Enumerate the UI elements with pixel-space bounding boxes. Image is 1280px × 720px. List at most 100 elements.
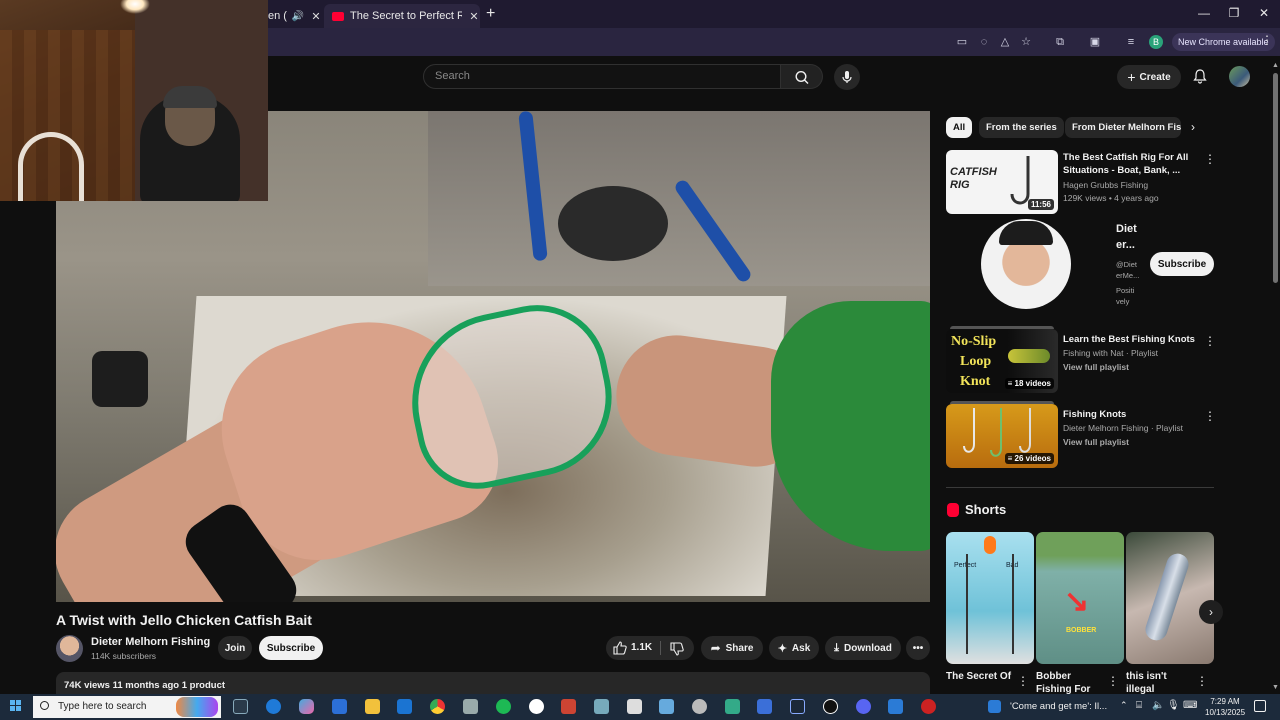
network-icon[interactable]: ⌸	[1136, 700, 1142, 711]
more-options-icon[interactable]: ⋮	[1196, 674, 1208, 688]
more-options-icon[interactable]: ⋮	[1204, 409, 1216, 423]
store-icon[interactable]	[332, 699, 347, 714]
more-options-icon[interactable]: ⋮	[1204, 152, 1216, 166]
channel-name[interactable]: Hagen Grubbs Fishing	[1063, 180, 1148, 190]
playlist-title[interactable]: Fishing Knots	[1063, 408, 1198, 421]
voice-search-button[interactable]	[834, 64, 860, 90]
channel-avatar[interactable]	[56, 635, 83, 662]
view-full-playlist-link[interactable]: View full playlist	[1063, 362, 1129, 372]
eye-off-icon[interactable]: ◌	[977, 35, 991, 49]
scroll-down-icon[interactable]: ▼	[1272, 684, 1279, 691]
tab-previous[interactable]: en ( 🔊 ✕	[268, 4, 322, 28]
minimize-icon[interactable]: —	[1194, 6, 1214, 20]
spotify-icon[interactable]	[496, 699, 511, 714]
playlist-title[interactable]: Learn the Best Fishing Knots	[1063, 333, 1198, 346]
steam-icon[interactable]	[790, 699, 805, 714]
install-app-icon[interactable]: ▭	[955, 35, 969, 49]
notes-icon[interactable]	[594, 699, 609, 714]
short-thumbnail[interactable]	[1126, 532, 1214, 664]
playlist-thumbnail[interactable]: ≡ 26 videos	[946, 404, 1058, 468]
calculator-icon[interactable]	[627, 699, 642, 714]
photos-icon[interactable]	[463, 699, 478, 714]
short-thumbnail[interactable]: ↘ BOBBER	[1036, 532, 1124, 664]
close-tab-icon[interactable]: ✕	[468, 10, 480, 23]
chrome-menu-icon[interactable]: ⋮	[1261, 33, 1273, 47]
app-icon[interactable]	[561, 699, 576, 714]
outlook-icon[interactable]	[397, 699, 412, 714]
download-button[interactable]: ⤓ Download	[825, 636, 901, 660]
account-avatar[interactable]	[1229, 66, 1250, 87]
drive-icon[interactable]: △	[998, 35, 1012, 49]
channel-name[interactable]: Dieter Melhorn Fishing	[91, 636, 210, 648]
terminal-icon[interactable]	[888, 699, 903, 714]
more-options-icon[interactable]: ⋮	[1204, 334, 1216, 348]
chip-from-series[interactable]: From the series	[979, 117, 1064, 138]
video-thumbnail[interactable]: CATFISH RIG 11:56	[946, 150, 1058, 214]
file-explorer-icon[interactable]	[365, 699, 380, 714]
more-options-icon[interactable]: ⋮	[1107, 674, 1119, 688]
view-full-playlist-link[interactable]: View full playlist	[1063, 437, 1129, 447]
ad-subscribe-button[interactable]: Subscribe	[1150, 252, 1214, 276]
channel-ad-avatar[interactable]	[981, 219, 1071, 309]
short-thumbnail[interactable]: Perfect Bad	[946, 532, 1034, 664]
scroll-up-icon[interactable]: ▲	[1272, 62, 1279, 69]
snipping-icon[interactable]	[725, 699, 740, 714]
edge-icon[interactable]	[266, 699, 281, 714]
taskbar-clock[interactable]: 7:29 AM 10/13/2025	[1205, 696, 1245, 718]
reading-list-icon[interactable]: ≡	[1124, 35, 1138, 49]
media-player-icon[interactable]	[823, 699, 838, 714]
new-tab-button[interactable]: +	[486, 5, 495, 23]
microphone-icon	[842, 71, 852, 83]
record-icon[interactable]	[921, 699, 936, 714]
scrollbar-thumb[interactable]	[1273, 73, 1278, 283]
close-window-icon[interactable]: ✕	[1254, 6, 1274, 20]
new-chrome-available-button[interactable]: New Chrome available	[1172, 33, 1275, 51]
short-title[interactable]: Bobber Fishing For	[1036, 670, 1106, 696]
tab-search-icon[interactable]: ▣	[1088, 35, 1102, 49]
subscribe-button[interactable]: Subscribe	[259, 636, 323, 660]
volume-icon[interactable]: 🔈	[1152, 700, 1164, 711]
ask-button[interactable]: ✦ Ask	[769, 636, 819, 660]
restore-icon[interactable]: ❐	[1224, 6, 1244, 20]
more-actions-button[interactable]: •••	[906, 636, 930, 660]
playlist-thumbnail[interactable]: No-Slip Loop Knot ≡ 18 videos	[946, 329, 1058, 393]
share-button[interactable]: ➦ Share	[701, 636, 763, 660]
show-hidden-icons-icon[interactable]: ⌃	[1120, 700, 1128, 711]
search-button[interactable]	[781, 64, 823, 89]
mail-icon[interactable]	[757, 699, 772, 714]
profile-avatar-icon[interactable]: B	[1149, 35, 1163, 49]
microphone-tray-icon[interactable]: 🎙	[1167, 700, 1180, 711]
bookmark-star-icon[interactable]: ☆	[1019, 35, 1033, 49]
short-title[interactable]: The Secret Of	[946, 670, 1016, 683]
notification-center-icon[interactable]	[1254, 700, 1266, 712]
video-title[interactable]: The Best Catfish Rig For All Situations …	[1063, 151, 1198, 177]
shorts-next-button[interactable]: ›	[1199, 600, 1223, 624]
copilot-icon[interactable]	[299, 699, 314, 714]
chip-all[interactable]: All	[946, 117, 973, 138]
tab-active[interactable]: The Secret to Perfect Rigging: I ✕	[324, 4, 480, 28]
like-button[interactable]	[612, 640, 628, 661]
channel-name[interactable]: Fishing with Nat · Playlist	[1063, 348, 1158, 358]
notifications-bell-icon[interactable]	[1191, 67, 1209, 85]
github-icon[interactable]	[529, 699, 544, 714]
taskbar-news-notification[interactable]: 'Come and get me': Il...	[1010, 701, 1107, 712]
discord-icon[interactable]	[856, 699, 871, 714]
settings-gear-icon[interactable]	[692, 699, 707, 714]
extensions-icon[interactable]: ⧉	[1053, 35, 1067, 49]
short-title[interactable]: this isn't illegal	[1126, 670, 1196, 696]
keyboard-icon[interactable]: ⌨	[1183, 700, 1197, 711]
chip-from-channel[interactable]: From Dieter Melhorn Fishi	[1065, 117, 1181, 138]
dislike-button[interactable]	[669, 641, 685, 662]
channel-name[interactable]: Dieter Melhorn Fishing · Playlist	[1063, 423, 1183, 433]
chevron-right-icon[interactable]: ›	[1191, 120, 1195, 134]
close-tab-icon[interactable]: ✕	[310, 10, 322, 23]
remote-desktop-icon[interactable]	[659, 699, 674, 714]
task-view-icon[interactable]	[233, 699, 248, 714]
ad-channel-name[interactable]: Diet er...	[1116, 221, 1137, 253]
join-button[interactable]: Join	[218, 636, 252, 660]
create-button[interactable]: + Create	[1117, 65, 1181, 89]
chrome-icon[interactable]	[430, 699, 445, 714]
search-input[interactable]: Search	[423, 64, 781, 89]
more-options-icon[interactable]: ⋮	[1017, 674, 1029, 688]
windows-start-icon[interactable]	[10, 700, 22, 712]
